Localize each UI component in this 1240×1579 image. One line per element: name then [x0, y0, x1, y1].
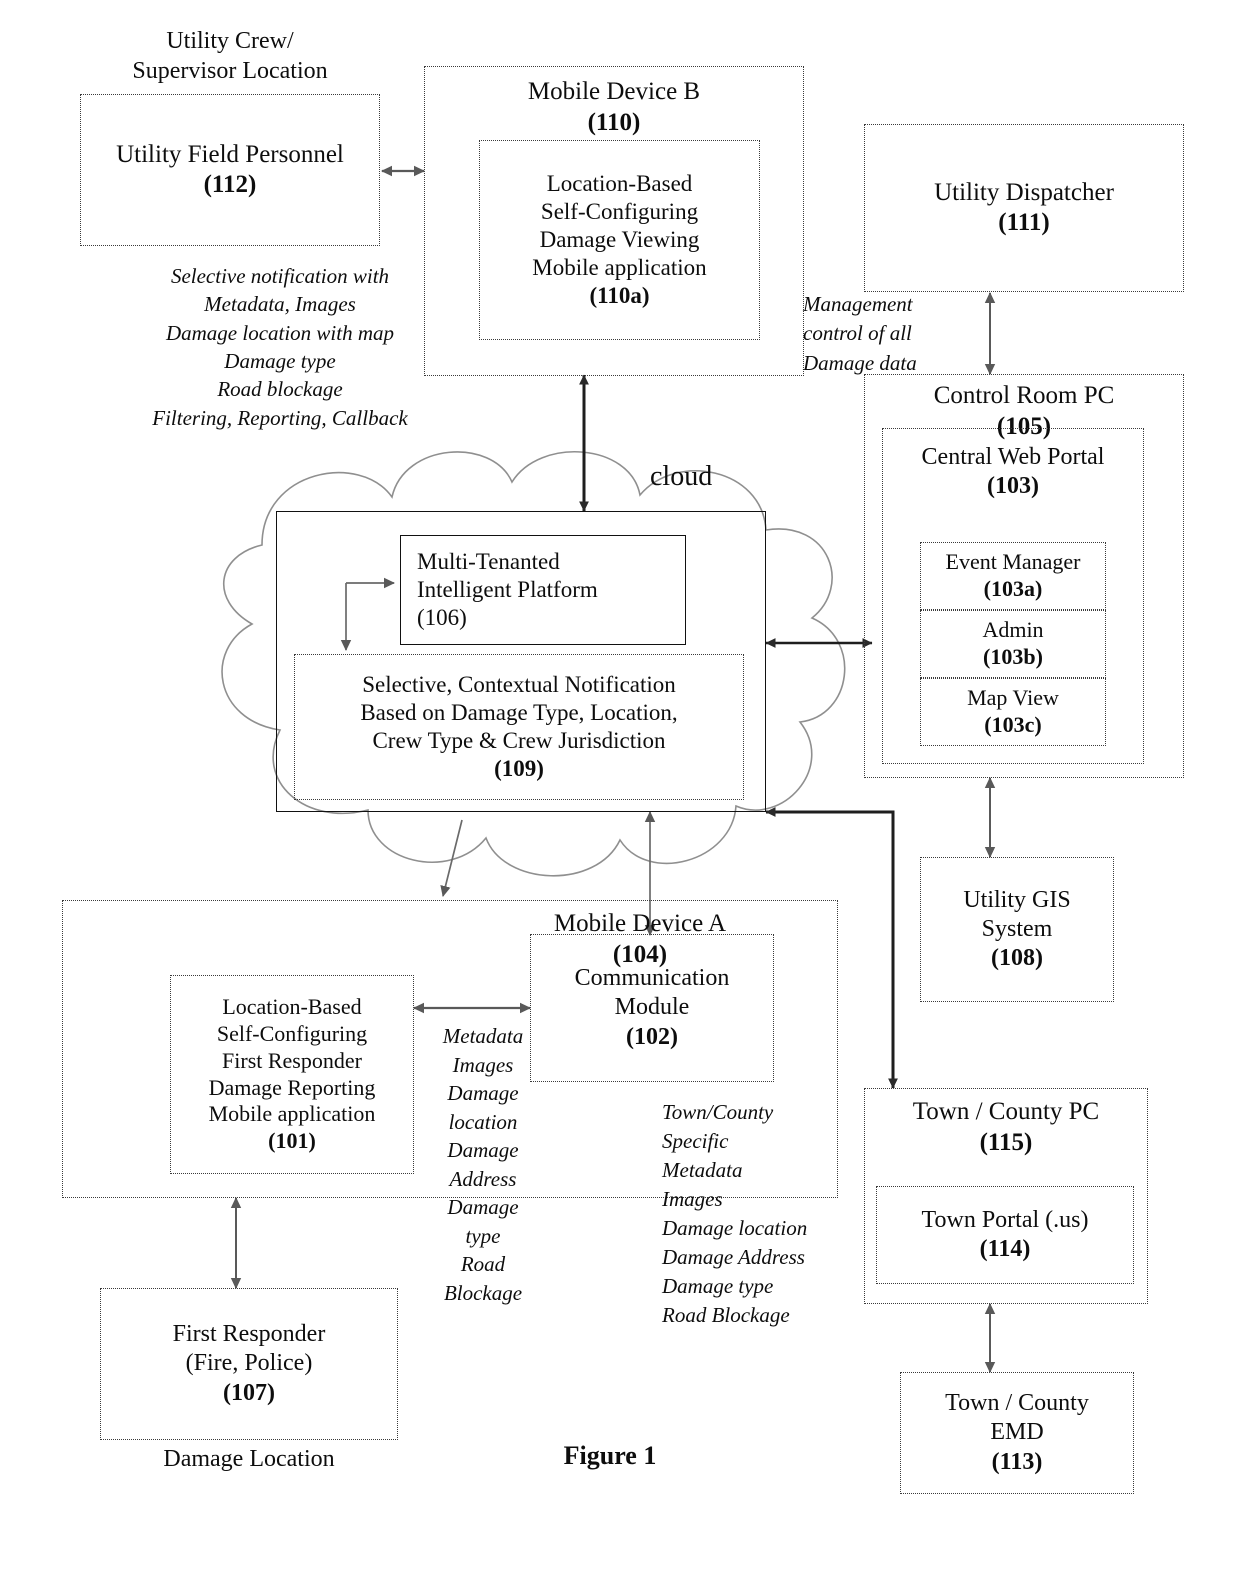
platform-line-1: Intelligent Platform [417, 576, 598, 602]
communication-module-line-1: Module [614, 994, 690, 1021]
box-map-view[interactable]: Map View (103c) [920, 678, 1106, 746]
damage-viewing-app-line-3: Mobile application [532, 255, 707, 281]
selective-contextual-line-0: Selective, Contextual Notification [362, 671, 676, 697]
town-county-emd-line-0: Town / County [945, 1390, 1089, 1417]
town-county-emd-number: (113) [991, 1448, 1043, 1475]
control-room-pc-title: Control Room PC [933, 382, 1115, 409]
event-manager-number: (103a) [983, 576, 1043, 601]
box-admin[interactable]: Admin (103b) [920, 610, 1106, 678]
central-web-portal-number: (103) [987, 473, 1039, 500]
utility-field-personnel-title: Utility Field Personnel [116, 140, 344, 168]
platform-line-2: (106) [417, 605, 467, 631]
utility-gis-number: (108) [991, 945, 1043, 972]
map-view-title: Map View [967, 685, 1059, 711]
first-responder-app-line-0: Location-Based [222, 994, 362, 1020]
damage-viewing-app-line-2: Damage Viewing [539, 226, 700, 252]
box-multi-tenanted-platform[interactable]: Multi-Tenanted Intelligent Platform (106… [400, 535, 686, 645]
town-county-emd-line-1: EMD [990, 1419, 1044, 1446]
utility-gis-line-1: System [981, 915, 1053, 942]
cloud-label: cloud [650, 461, 713, 492]
box-selective-contextual-notification[interactable]: Selective, Contextual Notification Based… [294, 654, 744, 800]
utility-dispatcher-title: Utility Dispatcher [934, 178, 1114, 206]
damage-viewing-app-line-1: Self-Configuring [540, 198, 699, 224]
first-responder-app-line-3: Damage Reporting [208, 1074, 376, 1100]
utility-field-personnel-number: (112) [203, 171, 257, 198]
event-manager-title: Event Manager [945, 549, 1081, 575]
utility-gis-line-0: Utility GIS [963, 886, 1071, 913]
box-damage-viewing-app[interactable]: Location-Based Self-Configuring Damage V… [479, 140, 760, 340]
box-town-county-emd[interactable]: Town / County EMD (113) [900, 1372, 1134, 1494]
town-county-pc-number: (115) [979, 1128, 1033, 1156]
selective-notification-annotation: Selective notification with Metadata, Im… [152, 264, 408, 430]
first-responder-line-1: (Fire, Police) [185, 1350, 313, 1377]
mobile-device-b-title: Mobile Device B [527, 78, 701, 105]
box-utility-field-personnel[interactable]: Utility Field Personnel (112) [80, 94, 380, 246]
admin-title: Admin [982, 617, 1044, 643]
utility-dispatcher-number: (111) [998, 209, 1050, 236]
town-county-pc-title: Town / County PC [912, 1098, 1100, 1125]
town-portal-title: Town Portal (.us) [921, 1206, 1089, 1233]
damage-viewing-app-line-0: Location-Based [546, 170, 693, 196]
box-first-responder-app[interactable]: Location-Based Self-Configuring First Re… [170, 975, 414, 1174]
selective-contextual-line-2: Crew Type & Crew Jurisdiction [372, 728, 666, 753]
first-responder-app-line-1: Self-Configuring [216, 1020, 368, 1046]
box-utility-gis-system[interactable]: Utility GIS System (108) [920, 857, 1114, 1002]
town-portal-number: (114) [979, 1236, 1031, 1262]
utility-crew-location-label: Utility Crew/ Supervisor Location [132, 28, 328, 84]
first-responder-number: (107) [223, 1379, 275, 1406]
box-communication-module[interactable]: Communication Module (102) [530, 934, 774, 1082]
first-responder-app-line-2: First Responder [222, 1047, 362, 1073]
first-responder-app-line-4: Mobile application [208, 1101, 376, 1127]
platform-line-0: Multi-Tenanted [417, 548, 560, 574]
box-town-portal[interactable]: Town Portal (.us) (114) [876, 1186, 1134, 1284]
first-responder-app-number: (101) [268, 1128, 316, 1154]
damage-location-label: Damage Location [163, 1446, 335, 1472]
figure-caption: Figure 1 [563, 1441, 657, 1470]
map-view-number: (103c) [984, 712, 1042, 737]
selective-contextual-number: (109) [494, 756, 544, 782]
damage-viewing-app-number: (110a) [589, 283, 650, 309]
box-event-manager[interactable]: Event Manager (103a) [920, 542, 1106, 610]
admin-number: (103b) [983, 644, 1043, 669]
central-web-portal-title: Central Web Portal [921, 444, 1105, 470]
box-first-responder[interactable]: First Responder (Fire, Police) (107) [100, 1288, 398, 1440]
communication-module-line-0: Communication [574, 965, 730, 992]
management-control-annotation: Management control of all Damage data [803, 292, 917, 375]
town-county-metadata-annotation: Town/County Specific Metadata Images Dam… [662, 1100, 808, 1327]
metadata-left-annotation: Metadata Images Damage location Damage A… [442, 1024, 524, 1305]
selective-contextual-line-1: Based on Damage Type, Location, [360, 699, 678, 725]
communication-module-number: (102) [626, 1023, 678, 1050]
first-responder-line-0: First Responder [172, 1321, 326, 1348]
box-utility-dispatcher[interactable]: Utility Dispatcher (111) [864, 124, 1184, 292]
mobile-device-b-number: (110) [587, 108, 641, 136]
